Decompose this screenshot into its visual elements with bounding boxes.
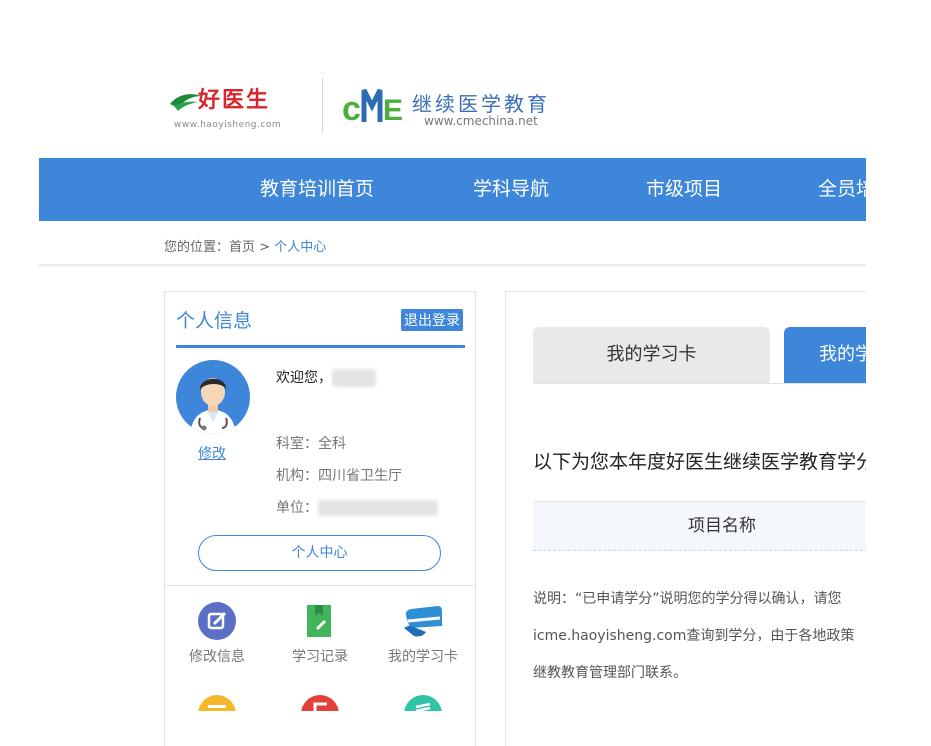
haoyisheng-logo[interactable]: 好医生 www.haoyisheng.com <box>168 80 300 134</box>
card-icon <box>404 606 442 637</box>
main-nav: 教育培训首页 学科导航 市级项目 全员培训 <box>39 158 866 221</box>
nav-item-all-staff-training[interactable]: 全员培训 <box>818 158 866 221</box>
profile-panel-title: 个人信息 <box>176 310 253 332</box>
quick-link-my-study-card[interactable]: 我的学习卡 <box>373 602 473 666</box>
doctor-avatar-icon <box>190 378 236 434</box>
nav-item-subject-nav[interactable]: 学科导航 <box>473 158 549 221</box>
notebook-icon <box>307 605 331 637</box>
note-line: 说明：“已申请学分”说明您的学分得以确认，请您 <box>533 591 842 607</box>
note-line: 继教教育管理部门联系。 <box>533 665 687 681</box>
unit-line: 单位： <box>276 497 438 517</box>
credit-intro-text: 以下为您本年度好医生继续医学教育学分 <box>533 451 866 473</box>
logo-divider <box>322 78 323 134</box>
cme-logo-url: www.cmechina.net <box>424 114 538 128</box>
cme-logo[interactable]: c E 继续医学教育 www.cmechina.net <box>342 80 572 134</box>
credit-table-header: 项目名称 <box>533 501 866 551</box>
cme-logo-title: 继续医学教育 <box>412 92 550 116</box>
welcome-line: 欢迎您， <box>276 367 376 387</box>
avatar <box>176 360 250 434</box>
column-header-project-name: 项目名称 <box>688 516 756 536</box>
tab-my-credits[interactable]: 我的学分 <box>784 327 866 383</box>
edit-avatar-link[interactable]: 修改 <box>198 443 226 463</box>
redacted-unit <box>318 500 438 516</box>
quick-link-study-record[interactable]: 学习记录 <box>270 602 370 666</box>
list-icon[interactable] <box>404 695 442 711</box>
welcome-text: 欢迎您， <box>276 370 332 386</box>
page-viewport: 好医生 www.haoyisheng.com c E 继续医学教育 www.cm… <box>0 0 866 746</box>
tab-my-study-card[interactable]: 我的学习卡 <box>533 327 770 383</box>
cme-mark-icon: c E <box>342 88 403 128</box>
breadcrumb: 您的位置：首页 > 个人中心 <box>164 236 326 255</box>
breadcrumb-divider <box>39 264 866 267</box>
breadcrumb-current[interactable]: 个人中心 <box>274 240 326 255</box>
quick-link-label: 修改信息 <box>189 649 245 665</box>
certificate-icon[interactable] <box>301 695 339 711</box>
breadcrumb-prefix: 您的位置： <box>164 240 230 255</box>
department-line: 科室：全科 <box>276 436 346 452</box>
profile-panel-divider <box>165 585 475 586</box>
message-icon[interactable] <box>198 695 236 711</box>
nav-item-city-projects[interactable]: 市级项目 <box>646 158 722 221</box>
profile-title-underline <box>176 345 465 348</box>
unit-label: 单位： <box>276 500 318 516</box>
haoyisheng-logo-text: 好医生 <box>198 87 271 113</box>
profile-panel: 个人信息 退出登录 修改 欢迎您， 科室：全科 机构：四川省卫生厅 单位： 个人… <box>164 291 476 746</box>
personal-center-button[interactable]: 个人中心 <box>198 535 441 571</box>
svg-text:E: E <box>383 94 403 127</box>
redacted-username <box>332 369 376 387</box>
haoyisheng-logo-url: www.haoyisheng.com <box>174 120 282 130</box>
quick-link-edit-info[interactable]: 修改信息 <box>167 602 267 666</box>
quick-link-label: 学习记录 <box>292 649 348 665</box>
nav-item-training-home[interactable]: 教育培训首页 <box>260 158 374 221</box>
note-line: icme.haoyisheng.com查询到学分，由于各地政策 <box>533 628 855 644</box>
quick-link-label: 我的学习卡 <box>388 649 458 665</box>
edit-icon <box>198 602 236 640</box>
tab-underline <box>533 383 866 384</box>
breadcrumb-home[interactable]: 首页 <box>229 240 255 255</box>
institution-line: 机构：四川省卫生厅 <box>276 468 402 484</box>
svg-text:c: c <box>342 90 361 128</box>
logout-button[interactable]: 退出登录 <box>401 309 463 331</box>
breadcrumb-separator: > <box>255 240 275 255</box>
